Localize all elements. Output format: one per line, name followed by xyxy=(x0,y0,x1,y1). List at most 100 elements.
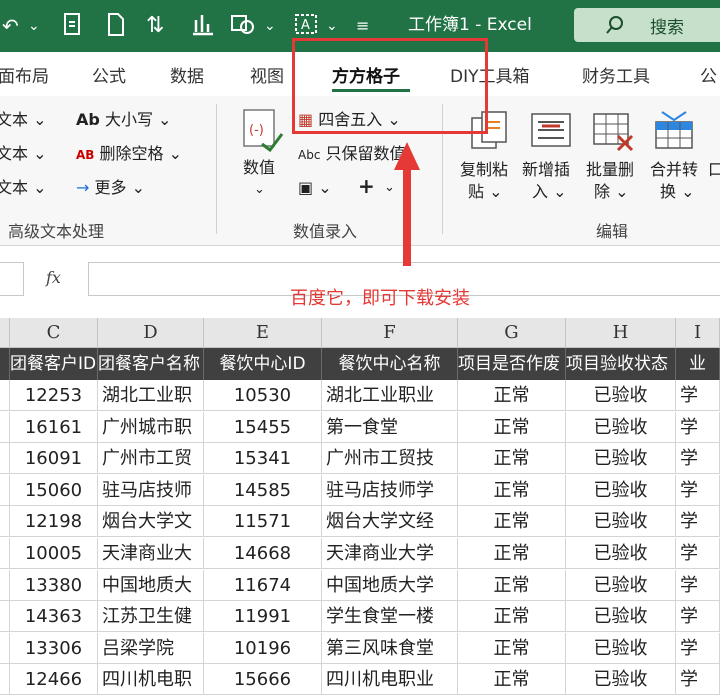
cell-i[interactable]: 学 xyxy=(676,411,720,443)
cell-d[interactable]: 中国地质大 xyxy=(98,569,204,601)
cell-b[interactable] xyxy=(0,506,10,538)
cell-c[interactable]: 13306 xyxy=(10,632,98,664)
cell-f[interactable]: 烟台大学文经 xyxy=(322,506,458,538)
cell-i[interactable]: 学 xyxy=(676,664,720,696)
cell-h[interactable]: 已验收 xyxy=(566,664,676,696)
header-cell-c[interactable]: 团餐客户ID xyxy=(10,348,98,380)
cell-b[interactable] xyxy=(0,443,10,475)
text-button-3[interactable]: 文本 ⌄ xyxy=(0,178,47,198)
cell-i[interactable]: 学 xyxy=(676,601,720,633)
cell-g[interactable]: 正常 xyxy=(458,632,566,664)
copy-paste-button-2[interactable]: 贴 ⌄ xyxy=(468,182,503,202)
dropdown-icon[interactable]: ⌄ xyxy=(28,12,40,40)
cell-d[interactable]: 江苏卫生健 xyxy=(98,601,204,633)
tab-more[interactable]: 公 xyxy=(700,62,717,87)
case-button[interactable]: Ab 大小写 ⌄ xyxy=(76,110,171,130)
cell-d[interactable]: 烟台大学文 xyxy=(98,506,204,538)
text-button-2[interactable]: 文本 ⌄ xyxy=(0,144,47,164)
cell-h[interactable]: 已验收 xyxy=(566,506,676,538)
cell-d[interactable]: 湖北工业职 xyxy=(98,380,204,411)
cell-i[interactable]: 学 xyxy=(676,569,720,601)
header-cell-b[interactable] xyxy=(0,348,10,380)
shapes-dropdown-icon[interactable]: ⌄ xyxy=(264,12,276,40)
cell-c[interactable]: 12198 xyxy=(10,506,98,538)
cell-c[interactable]: 14363 xyxy=(10,601,98,633)
cell-g[interactable]: 正常 xyxy=(458,443,566,475)
tab-view[interactable]: 视图 xyxy=(250,62,284,87)
cell-e[interactable]: 15666 xyxy=(204,664,322,696)
trim-button[interactable]: AB 删除空格 ⌄ xyxy=(76,144,182,165)
cell-d[interactable]: 天津商业大 xyxy=(98,538,204,569)
cell-f[interactable]: 第一食堂 xyxy=(322,411,458,443)
cell-g[interactable]: 正常 xyxy=(458,569,566,601)
merge-button-2[interactable]: 换 ⌄ xyxy=(660,182,695,202)
header-cell-f[interactable]: 餐饮中心名称 xyxy=(322,348,458,380)
cell-e[interactable]: 11991 xyxy=(204,601,322,633)
cell-i[interactable]: 学 xyxy=(676,538,720,569)
chart-icon[interactable] xyxy=(190,12,216,40)
column-header-d[interactable]: D xyxy=(98,318,204,348)
textbox-dropdown-icon[interactable]: ⌄ xyxy=(326,12,338,40)
cell-h[interactable]: 已验收 xyxy=(566,569,676,601)
plus-button[interactable]: + xyxy=(358,176,375,196)
cell-b[interactable] xyxy=(0,474,10,506)
cell-i[interactable]: 学 xyxy=(676,506,720,538)
cell-c[interactable]: 10005 xyxy=(10,538,98,569)
cell-i[interactable]: 学 xyxy=(676,632,720,664)
column-header-b[interactable] xyxy=(0,318,10,348)
column-header-g[interactable]: G xyxy=(458,318,566,348)
cell-g[interactable]: 正常 xyxy=(458,538,566,569)
undo-icon[interactable]: ↶ xyxy=(2,12,19,40)
cell-h[interactable]: 已验收 xyxy=(566,601,676,633)
customize-qat-icon[interactable]: ≡ xyxy=(356,12,369,40)
sort-icon[interactable]: ⇅ xyxy=(146,12,164,40)
cell-f[interactable]: 中国地质大学 xyxy=(322,569,458,601)
header-cell-i[interactable]: 业 xyxy=(676,348,720,380)
cell-e[interactable]: 15341 xyxy=(204,443,322,475)
header-cell-e[interactable]: 餐饮中心ID xyxy=(204,348,322,380)
cell-g[interactable]: 正常 xyxy=(458,474,566,506)
cell-g[interactable]: 正常 xyxy=(458,506,566,538)
cell-h[interactable]: 已验收 xyxy=(566,443,676,475)
cell-f[interactable]: 湖北工业职业 xyxy=(322,380,458,411)
cell-e[interactable]: 14585 xyxy=(204,474,322,506)
cell-g[interactable]: 正常 xyxy=(458,601,566,633)
cell-e[interactable]: 11571 xyxy=(204,506,322,538)
cell-b[interactable] xyxy=(0,569,10,601)
file-share-icon[interactable] xyxy=(62,12,84,40)
cell-f[interactable]: 天津商业大学 xyxy=(322,538,458,569)
cell-b[interactable] xyxy=(0,411,10,443)
header-cell-d[interactable]: 团餐客户名称 xyxy=(98,348,204,380)
merge-button[interactable]: 合并转 xyxy=(650,160,698,180)
textbox-icon[interactable]: A xyxy=(294,12,320,40)
cell-f[interactable]: 四川机电职业 xyxy=(322,664,458,696)
cell-g[interactable]: 正常 xyxy=(458,664,566,696)
header-cell-g[interactable]: 项目是否作废 xyxy=(458,348,566,380)
column-header-e[interactable]: E xyxy=(204,318,322,348)
batch-delete-button[interactable]: 批量删 xyxy=(586,160,634,180)
cell-c[interactable]: 15060 xyxy=(10,474,98,506)
cell-b[interactable] xyxy=(0,380,10,411)
cell-b[interactable] xyxy=(0,538,10,569)
cell-d[interactable]: 广州城市职 xyxy=(98,411,204,443)
edit-more-button[interactable]: 口 xyxy=(708,160,720,180)
cell-e[interactable]: 10530 xyxy=(204,380,322,411)
tab-page-layout[interactable]: 面布局 xyxy=(0,62,49,87)
cell-i[interactable]: 学 xyxy=(676,474,720,506)
cell-c[interactable]: 13380 xyxy=(10,569,98,601)
column-header-c[interactable]: C xyxy=(10,318,98,348)
insert-button[interactable]: 新增插 xyxy=(522,160,570,180)
cell-i[interactable]: 学 xyxy=(676,380,720,411)
cell-b[interactable] xyxy=(0,632,10,664)
fx-icon[interactable]: fx xyxy=(46,268,61,287)
cell-e[interactable]: 10196 xyxy=(204,632,322,664)
cell-e[interactable]: 14668 xyxy=(204,538,322,569)
cell-f[interactable]: 第三风味食堂 xyxy=(322,632,458,664)
cell-i[interactable]: 学 xyxy=(676,443,720,475)
cell-b[interactable] xyxy=(0,664,10,696)
name-box[interactable] xyxy=(0,262,24,296)
edit-format-button[interactable]: ▣ ⌄ xyxy=(298,178,332,198)
more-button[interactable]: → 更多 ⌄ xyxy=(76,178,145,198)
column-header-i[interactable]: I xyxy=(676,318,720,348)
cell-f[interactable]: 学生食堂一楼 xyxy=(322,601,458,633)
